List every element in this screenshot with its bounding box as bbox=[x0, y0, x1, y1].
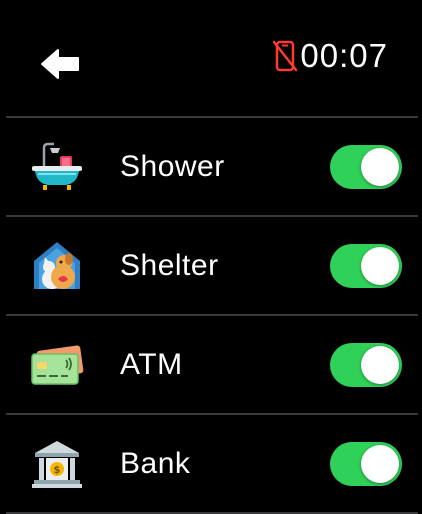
list-item-label: Shelter bbox=[120, 248, 219, 282]
shower-toggle[interactable] bbox=[330, 144, 402, 189]
credit-card-icon bbox=[31, 344, 84, 385]
list-item-shelter[interactable]: Shelter bbox=[6, 217, 418, 314]
bank-toggle[interactable] bbox=[330, 441, 402, 486]
status-time-group: 00:07 bbox=[272, 36, 388, 76]
bathtub-icon bbox=[32, 142, 82, 190]
bank-icon: $ bbox=[32, 440, 82, 488]
list-item-bank[interactable]: $ Bank bbox=[6, 415, 418, 512]
amenities-list: Shower Shelter ATM $ Bank bbox=[6, 116, 418, 514]
toggle-knob bbox=[361, 147, 399, 186]
list-item-label: Shower bbox=[120, 149, 225, 183]
list-item-atm[interactable]: ATM bbox=[6, 316, 418, 413]
clock: 00:07 bbox=[300, 37, 388, 74]
list-item-shower[interactable]: Shower bbox=[6, 118, 418, 215]
status-bar: 00:07 bbox=[0, 0, 422, 116]
svg-text:$: $ bbox=[54, 465, 61, 476]
atm-toggle[interactable] bbox=[330, 342, 402, 387]
phone-disconnected-icon bbox=[273, 40, 298, 72]
shelter-pets-icon bbox=[34, 241, 80, 289]
back-button[interactable] bbox=[36, 44, 84, 84]
shelter-toggle[interactable] bbox=[330, 243, 402, 288]
toggle-knob bbox=[361, 345, 399, 384]
arrow-left-icon bbox=[41, 49, 79, 79]
list-item-label: Bank bbox=[120, 446, 191, 480]
list-item-label: ATM bbox=[120, 347, 183, 381]
toggle-knob bbox=[361, 246, 399, 285]
toggle-knob bbox=[361, 444, 399, 483]
